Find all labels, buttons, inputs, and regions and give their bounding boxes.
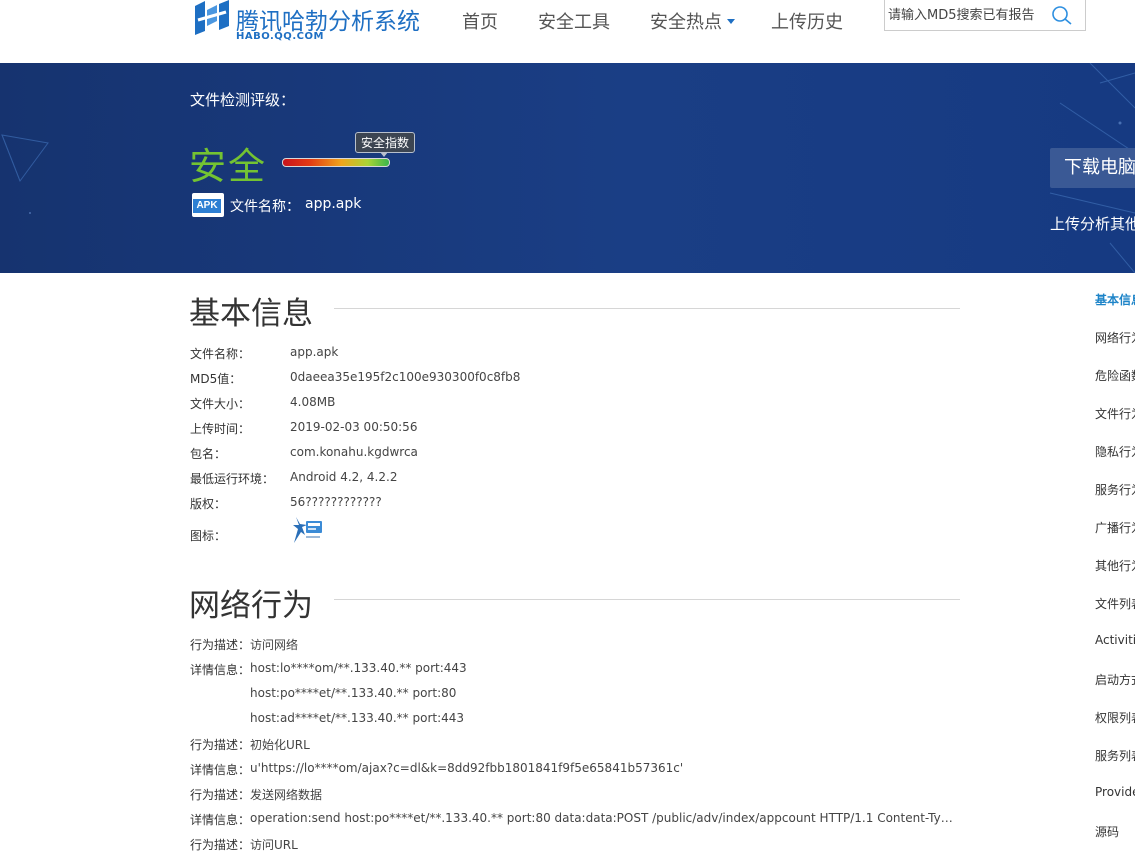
net-label: 行为描述： [190,838,251,852]
net-value: u'https://lo****om/ajax?c=dl&k=8dd92fbb1… [250,761,684,775]
top-header: 腾讯哈勃分析系统 HABO.QQ.COM 首页 安全工具 安全热点 上传历史 [0,0,1135,63]
search-icon[interactable] [1050,4,1074,26]
info-value-copyright: 56???????????? [290,495,382,509]
info-value-file-name: app.apk [290,345,339,359]
side-nav-file-behavior[interactable]: 文件行为 [1095,405,1135,422]
side-nav-permissions[interactable]: 权限列表 [1095,709,1135,726]
info-value-package: com.konahu.kgdwrca [290,445,418,459]
nav-upload-history[interactable]: 上传历史 [771,8,843,34]
side-nav-privacy[interactable]: 隐私行为 [1095,443,1135,460]
info-label: 文件大小： [190,397,251,411]
side-nav-basic-info[interactable]: 基本信息 [1095,291,1135,308]
nav-security-tools[interactable]: 安全工具 [538,8,610,34]
upload-other-link[interactable]: 上传分析其他 [1050,213,1135,234]
section-title-network: 网络行为 [189,588,313,624]
nav-home[interactable]: 首页 [462,8,498,34]
file-name-value: app.apk [305,196,362,212]
net-value: 初始化URL [250,738,310,752]
net-label: 详情信息： [190,813,251,827]
net-value: 发送网络数据 [250,788,323,802]
side-nav-startup[interactable]: 启动方式 [1095,671,1135,688]
net-value: 访问URL [250,838,298,852]
safety-score-tooltip: 安全指数 [355,132,416,157]
net-label: 详情信息： [190,763,251,777]
section-divider [334,308,960,309]
section-divider [334,599,960,600]
rating-label: 文件检测评级： [190,91,296,109]
info-label: 最低运行环境： [190,472,275,486]
habo-logo[interactable]: 腾讯哈勃分析系统 HABO.QQ.COM [192,0,432,44]
rating-value: 安全 [189,145,267,188]
info-value-min-env: Android 4.2, 4.2.2 [290,470,398,484]
download-pc-button[interactable]: 下载电脑 [1050,148,1135,188]
habo-logo-icon [195,0,229,35]
net-label: 行为描述： [190,738,251,752]
side-nav-file-list[interactable]: 文件列表 [1095,595,1135,612]
nav-security-hotspots[interactable]: 安全热点 [650,8,735,34]
info-label: 版权： [190,497,227,511]
apk-badge-label: APK [193,199,221,213]
apk-file-icon: APK [192,193,224,217]
file-name-label: 文件名称： [230,199,300,215]
search-box [884,0,1086,31]
side-nav-other[interactable]: 其他行为 [1095,557,1135,574]
net-value: operation:send host:po****et/**.133.40.*… [250,811,955,825]
md5-search-input[interactable] [888,4,1048,26]
info-label: 包名： [190,447,227,461]
banner-background-pattern [1,63,1135,273]
net-label: 行为描述： [190,638,251,652]
app-icon-image [293,517,322,543]
logo-subtitle: HABO.QQ.COM [236,31,324,42]
side-nav-providers[interactable]: Providers [1095,785,1135,799]
safety-score-bar [282,158,390,167]
net-value: host:po****et/**.133.40.** port:80 [250,686,457,700]
info-value-upload-time: 2019-02-03 00:50:56 [290,420,418,434]
side-nav-dangerous-functions[interactable]: 危险函数 [1095,367,1135,384]
side-nav-broadcast[interactable]: 广播行为 [1095,519,1135,536]
net-value: 访问网络 [250,638,299,652]
side-nav-source[interactable]: 源码 [1095,823,1135,840]
info-label: 文件名称： [190,347,251,361]
section-title-basic-info: 基本信息 [189,296,313,332]
info-label: 上传时间： [190,422,251,436]
info-label: MD5值： [190,372,242,386]
info-value-file-size: 4.08MB [290,395,336,409]
chevron-down-icon [727,18,735,24]
side-nav-activities[interactable]: Activities [1095,633,1135,647]
nav-security-hotspots-label: 安全热点 [650,12,722,33]
net-value: host:ad****et/**.133.40.** port:443 [250,711,465,725]
net-label: 行为描述： [190,788,251,802]
net-label: 详情信息： [190,663,251,677]
net-value: host:lo****om/**.133.40.** port:443 [250,661,467,675]
side-nav-network[interactable]: 网络行为 [1095,329,1135,346]
info-label: 图标： [190,529,227,543]
info-value-md5: 0daeea35e195f2c100e930300f0c8fb8 [290,370,521,384]
side-nav-service-behavior[interactable]: 服务行为 [1095,481,1135,498]
side-nav-services[interactable]: 服务列表 [1095,747,1135,764]
result-banner: 文件检测评级： 安全 安全指数 APK 文件名称： app.apk 下载电脑 上… [0,63,1135,273]
